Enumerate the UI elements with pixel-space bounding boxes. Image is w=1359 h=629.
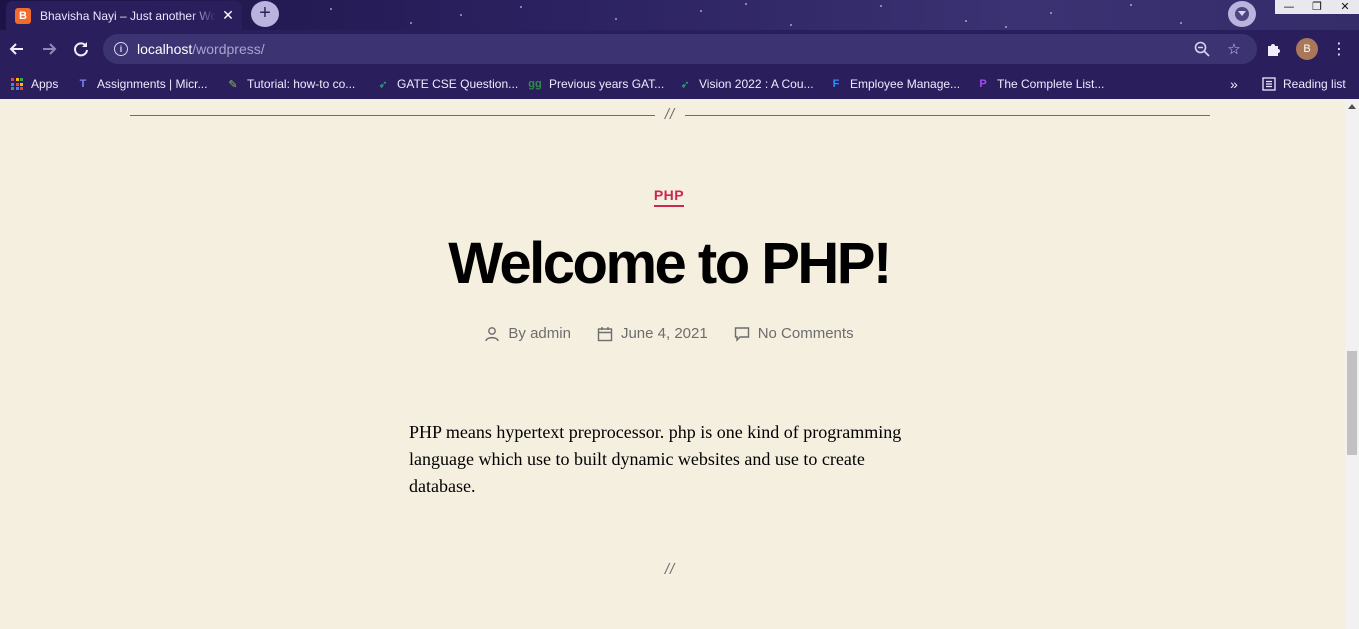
apps-grid-icon (10, 77, 24, 91)
restore-button[interactable]: ❐ (1303, 0, 1331, 14)
gfg-icon: ɡɡ (528, 78, 542, 90)
post-category: PHP (0, 187, 1338, 207)
browser-menu-icon[interactable]: ⋮ (1328, 38, 1350, 60)
bookmark-complete-list[interactable]: P The Complete List... (976, 73, 1104, 95)
bookmark-label: GATE CSE Question... (397, 77, 519, 91)
post-author: By admin (484, 325, 571, 342)
bookmark-label: Tutorial: how-to co... (247, 77, 356, 91)
bookmark-label: The Complete List... (997, 77, 1105, 91)
rocket-icon: ➶ (680, 78, 690, 91)
calendar-icon (597, 326, 613, 341)
vertical-scrollbar[interactable] (1345, 99, 1359, 629)
tab-strip: B Bhavisha Nayi – Just another WordPress… (0, 0, 1359, 30)
bookmarks-bar: Apps T Assignments | Micr... ✎ Tutorial:… (0, 68, 1359, 99)
xampp-favicon-icon: B (15, 7, 31, 24)
page-viewport: // PHP Welcome to PHP! By admin June 4, … (0, 99, 1345, 629)
tutorial-icon: ✎ (228, 78, 238, 91)
bookmark-apps[interactable]: Apps (10, 73, 58, 95)
bookmark-previous-years[interactable]: ɡɡ Previous years GAT... (528, 73, 664, 95)
tab-title: Bhavisha Nayi – Just another WordPress s… (40, 8, 216, 23)
bookmarks-overflow-button[interactable]: » (1230, 73, 1238, 95)
separator-line (685, 115, 1210, 116)
extensions-puzzle-icon[interactable] (1263, 38, 1285, 60)
scroll-up-arrow-icon[interactable] (1348, 104, 1356, 109)
f-logo-icon: F (832, 78, 840, 90)
tab-search-button[interactable] (1228, 1, 1256, 27)
teams-icon: T (79, 78, 87, 90)
reload-button[interactable] (70, 38, 92, 60)
back-button[interactable] (6, 38, 28, 60)
date-link[interactable]: June 4, 2021 (621, 325, 708, 342)
close-window-button[interactable]: ✕ (1331, 0, 1359, 14)
bookmark-gate-cse[interactable]: ➶ GATE CSE Question... (376, 73, 518, 95)
bookmark-vision-2022[interactable]: ➶ Vision 2022 : A Cou... (678, 73, 814, 95)
comments-link[interactable]: No Comments (758, 325, 854, 342)
back-arrow-icon (9, 43, 23, 55)
separator-line (130, 115, 655, 116)
address-bar[interactable]: i localhost/wordpress/ ☆ (103, 34, 1257, 64)
separator-mark: // (664, 106, 676, 123)
scrollbar-thumb[interactable] (1347, 351, 1357, 455)
post-date: June 4, 2021 (597, 325, 708, 342)
chevron-down-icon (1235, 7, 1249, 21)
bookmark-label: Previous years GAT... (549, 77, 665, 91)
p-logo-icon: P (979, 78, 987, 90)
post-title[interactable]: Welcome to PHP! (0, 229, 1338, 299)
browser-chrome: B Bhavisha Nayi – Just another WordPress… (0, 0, 1359, 99)
user-icon (485, 326, 500, 341)
bookmark-label: Employee Manage... (850, 77, 961, 91)
top-separator: // (130, 106, 1210, 123)
author-link[interactable]: By admin (508, 325, 571, 342)
post-comments: No Comments (734, 325, 854, 342)
bookmark-label: Assignments | Micr... (97, 77, 208, 91)
forward-arrow-icon (43, 43, 57, 55)
bottom-separator-mark: // (664, 561, 676, 578)
profile-avatar[interactable]: B (1296, 38, 1318, 60)
reading-list-icon (1262, 77, 1276, 91)
site-info-icon[interactable]: i (114, 42, 128, 56)
url-text: localhost/wordpress/ (137, 41, 265, 57)
post-content: PHP means hypertext preprocessor. php is… (409, 422, 902, 496)
bookmark-employee-manage[interactable]: F Employee Manage... (829, 73, 960, 95)
zoom-icon[interactable] (1193, 40, 1211, 58)
close-tab-icon[interactable]: ✕ (220, 7, 236, 23)
post-meta: By admin June 4, 2021 No Comments (0, 325, 1338, 342)
bookmark-label: Apps (31, 77, 59, 91)
reload-icon (74, 42, 88, 57)
reading-list-label: Reading list (1283, 77, 1346, 91)
bookmark-star-icon[interactable]: ☆ (1225, 40, 1243, 58)
minimize-button[interactable]: — (1275, 0, 1303, 14)
active-tab[interactable]: B Bhavisha Nayi – Just another WordPress… (6, 1, 242, 30)
rocket-icon: ➶ (378, 78, 388, 91)
bookmark-label: Vision 2022 : A Cou... (699, 77, 814, 91)
bookmark-assignments[interactable]: T Assignments | Micr... (76, 73, 208, 95)
comment-icon (734, 326, 749, 342)
forward-button[interactable] (38, 38, 60, 60)
new-tab-button[interactable]: + (251, 1, 279, 27)
browser-toolbar: i localhost/wordpress/ ☆ B ⋮ (0, 30, 1359, 68)
bookmark-tutorial[interactable]: ✎ Tutorial: how-to co... (226, 73, 355, 95)
window-controls: — ❐ ✕ (1275, 0, 1359, 14)
reading-list-button[interactable]: Reading list (1262, 73, 1346, 95)
browser-window: B Bhavisha Nayi – Just another WordPress… (0, 0, 1359, 629)
category-link[interactable]: PHP (653, 187, 685, 207)
